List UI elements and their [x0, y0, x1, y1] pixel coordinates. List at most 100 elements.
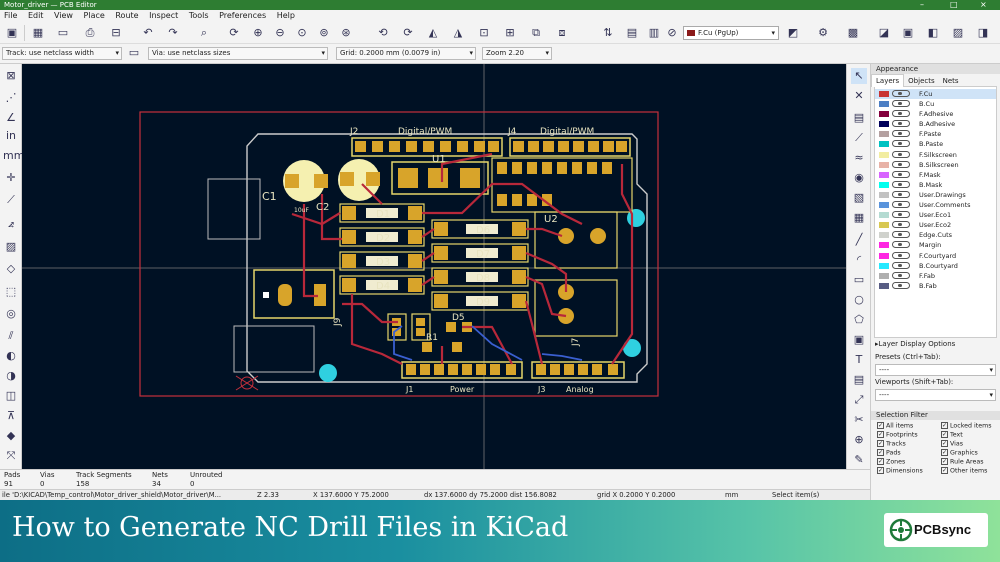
layer-color-swatch[interactable]	[879, 91, 889, 97]
route-diff-pair-icon[interactable]: ≈	[851, 150, 867, 166]
selection-filter-item[interactable]: ✓ Dimensions	[877, 466, 941, 476]
layer-row[interactable]: F.Cu	[875, 89, 996, 100]
draw-rectangle-icon[interactable]: ▭	[851, 272, 867, 288]
measure-icon[interactable]: ⤧	[3, 448, 19, 464]
group-icon[interactable]: ⧉	[528, 25, 544, 41]
set-origin-icon[interactable]: ⊕	[851, 432, 867, 448]
ratsnest-icon[interactable]: ⟋	[3, 192, 19, 208]
layer-display-options[interactable]: ▸Layer Display Options	[871, 338, 1000, 351]
selection-filter-item[interactable]: ✓ Pads	[877, 448, 941, 458]
menu-view[interactable]: View	[50, 10, 77, 22]
print-icon[interactable]: ⎙	[82, 25, 98, 41]
layer-color-swatch[interactable]	[879, 262, 889, 269]
layer-row[interactable]: User.Drawings	[875, 190, 996, 200]
menu-edit[interactable]: Edit	[24, 10, 48, 22]
visibility-eye-icon[interactable]	[892, 140, 910, 148]
visibility-eye-icon[interactable]	[892, 90, 910, 97]
fill-zones-icon[interactable]: ▨	[3, 239, 19, 255]
tab-nets[interactable]: Nets	[939, 75, 963, 87]
zoom-in-icon[interactable]: ⊕	[250, 25, 266, 41]
visibility-eye-icon[interactable]	[892, 271, 910, 279]
find-icon[interactable]: ⌕	[196, 25, 212, 41]
local-ratsnest-icon[interactable]: ✕	[851, 88, 867, 104]
layer-row[interactable]: Edge.Cuts	[875, 230, 996, 240]
layer-color-swatch[interactable]	[879, 202, 889, 209]
add-via-icon[interactable]: ◉	[851, 170, 867, 186]
high-contrast-icon[interactable]: ◐	[3, 348, 19, 364]
menu-help[interactable]: Help	[273, 10, 299, 22]
layer-color-swatch[interactable]	[879, 101, 889, 108]
rotate-ccw-icon[interactable]: ⟲	[375, 25, 391, 41]
python-console-icon[interactable]: ▣	[900, 25, 916, 41]
selection-filter-item[interactable]: ✓ Footprints	[877, 430, 941, 440]
selection-filter-item[interactable]: ✓ Rule Areas	[941, 457, 1000, 467]
add-zone-icon[interactable]: ▧	[851, 190, 867, 206]
layer-color-swatch[interactable]	[879, 131, 889, 138]
tab-layers[interactable]: Layers	[871, 74, 905, 87]
selection-filter-item[interactable]: ✓ Vias	[941, 439, 1000, 449]
layer-row[interactable]: F.Adhesive	[875, 109, 996, 119]
drc-icon[interactable]: ⊘	[664, 25, 680, 41]
units-inch-icon[interactable]: in	[3, 128, 19, 144]
visibility-eye-icon[interactable]	[892, 100, 910, 108]
add-textbox-icon[interactable]: ▤	[851, 372, 867, 388]
zoom-objects-icon[interactable]: ⊚	[316, 25, 332, 41]
footprint-editor-icon[interactable]: ▤	[624, 25, 640, 41]
layer-row[interactable]: Margin	[875, 240, 996, 250]
refresh-icon[interactable]: ⟳	[226, 25, 242, 41]
show-pads-icon[interactable]: ⬚	[3, 284, 19, 300]
pcb-canvas[interactable]: J2 Digital/PWM J4 Digital/PWM C1 C2 10uF…	[22, 64, 846, 469]
layer-color-swatch[interactable]	[879, 272, 889, 279]
mirror-icon[interactable]: ◮	[450, 25, 466, 41]
plot-icon[interactable]: ⊟	[108, 25, 124, 41]
checkbox-checked-icon[interactable]: ✓	[941, 466, 948, 474]
zone-outline-icon[interactable]: ◇	[3, 261, 19, 277]
track-width-select[interactable]: Track: use netclass width ▾	[2, 47, 122, 60]
layer-color-swatch[interactable]	[879, 121, 889, 128]
layer-row[interactable]: User.Eco2	[875, 220, 996, 230]
properties-icon[interactable]: ◆	[3, 428, 19, 444]
layer-color-swatch[interactable]	[879, 232, 889, 239]
visibility-eye-icon[interactable]	[892, 170, 910, 178]
layer-color-swatch[interactable]	[879, 151, 889, 158]
active-layer-select[interactable]: F.Cu (PgUp) ▾	[683, 26, 779, 40]
layer-row[interactable]: F.Fab	[875, 271, 996, 281]
visibility-eye-icon[interactable]	[892, 281, 910, 289]
visibility-eye-icon[interactable]	[892, 251, 910, 259]
checkbox-checked-icon[interactable]: ✓	[877, 457, 884, 465]
visibility-eye-icon[interactable]	[892, 180, 910, 188]
zoom-select[interactable]: Zoom 2.20 ▾	[482, 47, 552, 60]
layer-color-swatch[interactable]	[879, 212, 889, 219]
checkbox-checked-icon[interactable]: ✓	[877, 439, 884, 447]
minimize-button[interactable]: –	[920, 0, 924, 10]
rule-area-icon[interactable]: ▦	[851, 210, 867, 226]
viewports-select[interactable]: ---- ▾	[875, 389, 996, 401]
draw-circle-icon[interactable]: ○	[851, 292, 867, 308]
checkbox-checked-icon[interactable]: ✓	[941, 422, 948, 429]
calculator-icon[interactable]: ▨	[950, 25, 966, 41]
grid-select[interactable]: Grid: 0.2000 mm (0.0079 in) ▾	[336, 47, 476, 60]
flip-icon[interactable]: ◭	[425, 25, 441, 41]
visibility-eye-icon[interactable]	[892, 120, 910, 128]
board-stats-icon[interactable]: ◨	[975, 25, 991, 41]
layer-color-swatch[interactable]	[879, 171, 889, 178]
layer-color-swatch[interactable]	[879, 252, 889, 259]
draw-line-icon[interactable]: ╱	[851, 232, 867, 248]
checkbox-checked-icon[interactable]: ✓	[877, 430, 884, 438]
layer-color-swatch[interactable]	[879, 181, 889, 188]
checkbox-checked-icon[interactable]: ✓	[941, 457, 948, 465]
add-image-icon[interactable]: ▣	[851, 332, 867, 348]
units-mm-icon[interactable]: mm	[3, 148, 24, 164]
layer-row[interactable]: F.Courtyard	[875, 251, 996, 261]
board-setup-icon[interactable]: ▦	[30, 25, 46, 41]
selection-filter-item[interactable]: ✓ Locked items	[941, 422, 1000, 431]
maximize-button[interactable]: □	[950, 0, 958, 10]
add-dimension-icon[interactable]: ⤢	[851, 392, 867, 408]
visibility-eye-icon[interactable]	[892, 231, 910, 239]
net-colors-icon[interactable]: ◑	[3, 368, 19, 384]
undo-icon[interactable]: ↶	[140, 25, 156, 41]
update-pcb-icon[interactable]: ⇅	[600, 25, 616, 41]
selection-filter-item[interactable]: ✓ All items	[877, 422, 941, 431]
3d-viewer-icon[interactable]: ▩	[845, 25, 861, 41]
layer-color-swatch[interactable]	[879, 242, 889, 249]
